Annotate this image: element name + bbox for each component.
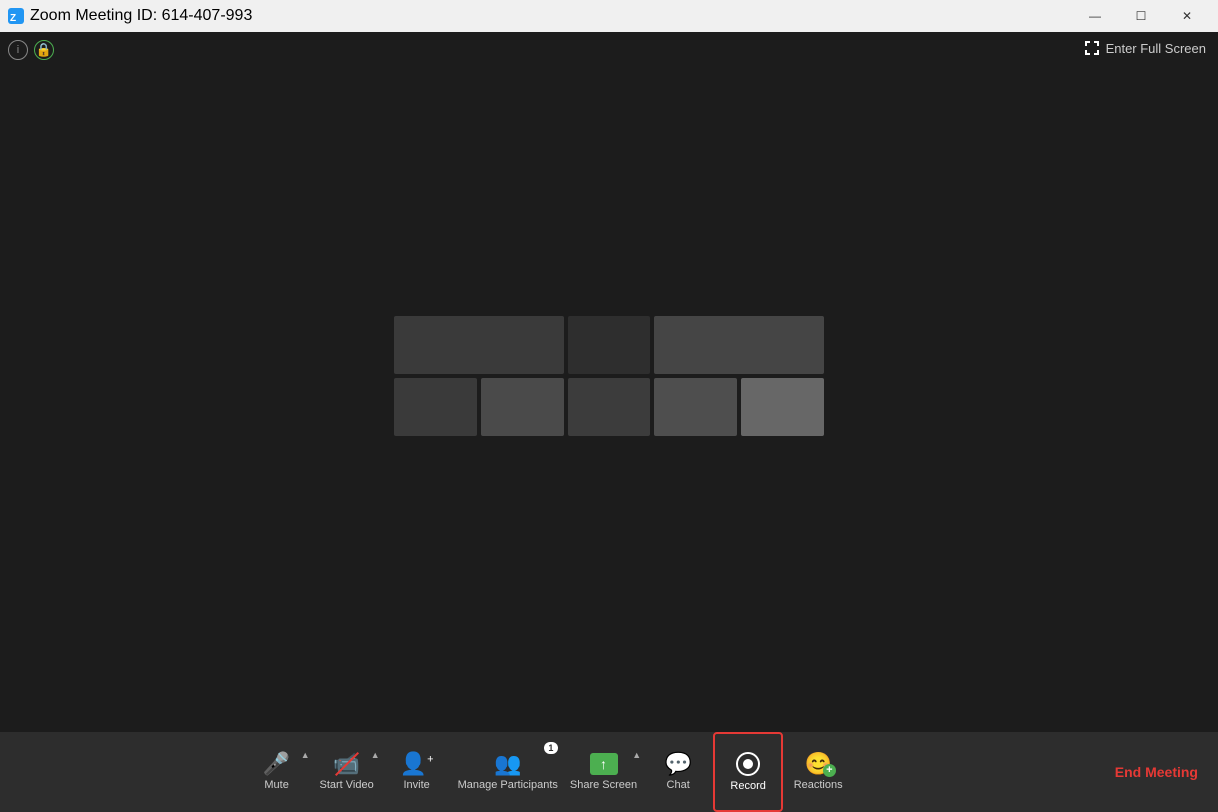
share-chevron-icon[interactable]: ▲	[632, 750, 641, 760]
chat-button[interactable]: 💬 Chat	[643, 732, 713, 812]
manage-participants-button[interactable]: 👥 1 Manage Participants	[452, 732, 564, 812]
share-screen-icon: ↑	[590, 753, 618, 775]
reactions-icon: 😊 +	[804, 753, 831, 775]
manage-participants-label: Manage Participants	[458, 779, 558, 791]
mute-button[interactable]: 🎤 ▲ Mute	[242, 732, 312, 812]
chat-icon: 💬	[664, 753, 691, 775]
title-bar: Z Zoom Meeting ID: 614-407-993 — ☐ ✕	[0, 0, 1218, 32]
end-meeting-button[interactable]: End Meeting	[1095, 732, 1218, 812]
record-icon	[736, 752, 760, 776]
lock-icon[interactable]: 🔒	[34, 40, 54, 60]
invite-icon: 👤+	[400, 753, 434, 775]
participants-badge: 1	[544, 742, 558, 754]
minimize-button[interactable]: —	[1072, 0, 1118, 32]
title-text: Zoom Meeting ID: 614-407-993	[30, 7, 252, 25]
info-icon[interactable]: i	[8, 40, 28, 60]
title-bar-controls: — ☐ ✕	[1072, 0, 1210, 32]
end-meeting-label: End Meeting	[1115, 764, 1198, 780]
fullscreen-button[interactable]: Enter Full Screen	[1084, 40, 1206, 56]
reactions-label: Reactions	[794, 779, 843, 791]
main-area: i 🔒 Enter Full Screen	[0, 32, 1218, 732]
blur-cell-6	[568, 378, 651, 436]
mute-chevron-icon[interactable]: ▲	[301, 750, 310, 760]
record-button[interactable]: Record	[713, 732, 783, 812]
chat-label: Chat	[667, 779, 690, 791]
close-button[interactable]: ✕	[1164, 0, 1210, 32]
zoom-logo-icon: Z	[8, 8, 24, 24]
participants-icon: 👥	[494, 753, 521, 775]
blur-cell-7	[654, 378, 737, 436]
record-label: Record	[730, 780, 765, 792]
title-bar-left: Z Zoom Meeting ID: 614-407-993	[8, 7, 252, 25]
video-icon: 📹	[333, 753, 360, 775]
blur-cell-5	[481, 378, 564, 436]
invite-label: Invite	[403, 779, 429, 791]
top-icons: i 🔒	[8, 40, 54, 60]
blurred-content	[394, 316, 824, 436]
invite-button[interactable]: 👤+ Invite	[382, 732, 452, 812]
start-video-label: Start Video	[319, 779, 373, 791]
blur-cell-3	[654, 316, 824, 374]
blur-cell-1	[394, 316, 564, 374]
svg-text:Z: Z	[10, 13, 16, 24]
start-video-button[interactable]: 📹 ▲ Start Video	[312, 732, 382, 812]
mic-icon: 🎤	[263, 753, 290, 775]
toolbar-center: 🎤 ▲ Mute 📹 ▲ Start Video 👤+ Invite 👥 1 M…	[0, 732, 1095, 812]
maximize-button[interactable]: ☐	[1118, 0, 1164, 32]
mute-label: Mute	[264, 779, 288, 791]
blur-cell-2	[568, 316, 651, 374]
blur-cell-8	[741, 378, 824, 436]
toolbar: 🎤 ▲ Mute 📹 ▲ Start Video 👤+ Invite 👥 1 M…	[0, 732, 1218, 812]
share-screen-label: Share Screen	[570, 779, 637, 791]
video-slash-line	[335, 752, 359, 776]
blur-cell-4	[394, 378, 477, 436]
share-screen-button[interactable]: ↑ ▲ Share Screen	[564, 732, 643, 812]
video-chevron-icon[interactable]: ▲	[371, 750, 380, 760]
fullscreen-icon	[1084, 40, 1100, 56]
fullscreen-label: Enter Full Screen	[1106, 41, 1206, 56]
reactions-button[interactable]: 😊 + Reactions	[783, 732, 853, 812]
